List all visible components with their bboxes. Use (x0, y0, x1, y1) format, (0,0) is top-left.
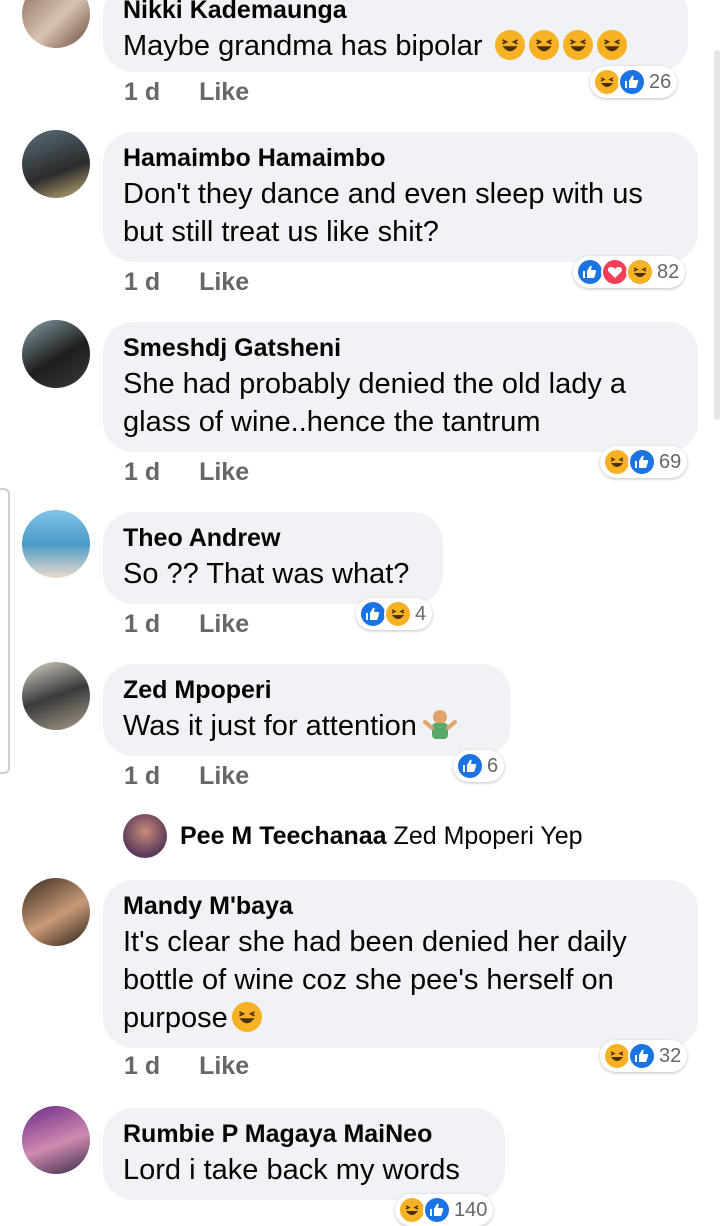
timestamp[interactable]: 1 d (124, 78, 160, 107)
like-button[interactable]: Like (199, 610, 249, 639)
commenter-name[interactable]: Theo Andrew (123, 521, 423, 555)
like-button[interactable]: Like (199, 762, 249, 791)
avatar[interactable] (22, 320, 90, 388)
timestamp[interactable]: 1 d (124, 268, 160, 297)
reply-text: Pee M Teechanaa Zed Mpoperi Yep (180, 822, 583, 851)
like-reaction-icon (628, 448, 656, 476)
comment-bubble: Rumbie P Magaya MaiNeo Lord i take back … (103, 1108, 505, 1200)
joy-emoji-icon (231, 1002, 262, 1032)
reaction-summary[interactable]: 26 (590, 66, 678, 98)
haha-reaction-icon (626, 258, 654, 286)
comment-bubble: Hamaimbo Hamaimbo Don't they dance and e… (103, 132, 698, 262)
reaction-count: 4 (415, 602, 427, 625)
shrug-emoji-icon (422, 710, 457, 739)
haha-reaction-icon (593, 68, 621, 96)
comment-bubble: Zed Mpoperi Was it just for attention (103, 664, 511, 756)
timestamp[interactable]: 1 d (124, 610, 160, 639)
haha-reaction-icon (398, 1196, 426, 1224)
avatar[interactable] (22, 1106, 90, 1174)
reply-avatar[interactable] (123, 814, 167, 858)
avatar[interactable] (22, 130, 90, 198)
like-reaction-icon (423, 1196, 451, 1224)
like-button[interactable]: Like (199, 268, 249, 297)
comment-text-line: She had probably denied the old lady a (123, 368, 627, 400)
commenter-name[interactable]: Hamaimbo Hamaimbo (123, 141, 678, 175)
comment-meta: 1 d Like (124, 458, 249, 487)
comment-text: Was it just for attention (123, 707, 491, 745)
reaction-summary[interactable]: 32 (600, 1040, 688, 1072)
reaction-summary[interactable]: 6 (453, 750, 505, 782)
haha-reaction-icon (603, 1042, 631, 1070)
comment-text: Maybe grandma has bipolar (123, 27, 668, 65)
comment-bubble: Theo Andrew So ?? That was what? (103, 512, 443, 604)
comment-text-content: Was it just for attention (123, 710, 417, 742)
scrollbar[interactable] (714, 50, 720, 420)
comment-text-line: Lord i take back my words (123, 1154, 460, 1186)
commenter-name[interactable]: Mandy M'baya (123, 889, 678, 923)
like-reaction-icon (359, 600, 387, 628)
comment-bubble: Mandy M'baya It's clear she had been den… (103, 880, 698, 1048)
like-reaction-icon (456, 752, 484, 780)
comment-text-line: but still treat us like shit? (123, 216, 439, 248)
reaction-summary[interactable]: 82 (573, 256, 686, 288)
like-button[interactable]: Like (199, 1052, 249, 1081)
like-reaction-icon (618, 68, 646, 96)
reaction-summary[interactable]: 140 (395, 1194, 494, 1226)
reaction-count: 32 (659, 1044, 682, 1067)
reply-content: Zed Mpoperi Yep (393, 822, 583, 850)
like-reaction-icon (576, 258, 604, 286)
like-button[interactable]: Like (199, 78, 249, 107)
comment-bubble: Smeshdj Gatsheni She had probably denied… (103, 322, 698, 452)
comment-bubble: Nikki Kademaunga Maybe grandma has bipol… (103, 0, 688, 72)
comment-meta: 1 d Like (124, 268, 249, 297)
comment-meta: 1 d Like (124, 1052, 249, 1081)
avatar[interactable] (22, 878, 90, 946)
reaction-count: 26 (649, 70, 672, 93)
rofl-emoji-icon (528, 30, 559, 60)
reaction-count: 140 (454, 1198, 488, 1221)
comment-text-content: Maybe grandma has bipolar (123, 30, 483, 62)
haha-reaction-icon (603, 448, 631, 476)
timestamp[interactable]: 1 d (124, 1052, 160, 1081)
comment-meta: 1 d Like (124, 610, 249, 639)
avatar[interactable] (22, 510, 90, 578)
commenter-name[interactable]: Smeshdj Gatsheni (123, 331, 678, 365)
love-reaction-icon (601, 258, 629, 286)
avatar[interactable] (22, 662, 90, 730)
comment-text-line: bottle of wine coz she pee's herself on (123, 964, 614, 996)
replier-name[interactable]: Pee M Teechanaa (180, 822, 387, 850)
reaction-count: 6 (487, 754, 499, 777)
rofl-emoji-icon (596, 30, 627, 60)
comment-text-line: glass of wine..hence the tantrum (123, 406, 541, 438)
comment-text-line: purpose (123, 999, 678, 1037)
rofl-emoji-icon (494, 30, 525, 60)
reaction-count: 82 (657, 260, 680, 283)
comment-meta: 1 d Like (124, 762, 249, 791)
reaction-summary[interactable]: 69 (600, 446, 688, 478)
timestamp[interactable]: 1 d (124, 458, 160, 487)
like-button[interactable]: Like (199, 458, 249, 487)
comment-meta: 1 d Like (124, 78, 249, 107)
rofl-emoji-icon (562, 30, 593, 60)
reaction-summary[interactable]: 4 (356, 598, 433, 630)
commenter-name[interactable]: Nikki Kademaunga (123, 0, 668, 27)
comment-text-line: It's clear she had been denied her daily (123, 926, 627, 958)
timestamp[interactable]: 1 d (124, 762, 160, 791)
comment-text-line: So ?? That was what? (123, 558, 410, 590)
like-reaction-icon (628, 1042, 656, 1070)
haha-reaction-icon (384, 600, 412, 628)
comment-text-line: Don't they dance and even sleep with us (123, 178, 643, 210)
commenter-name[interactable]: Rumbie P Magaya MaiNeo (123, 1117, 485, 1151)
left-edge-tab (0, 488, 10, 774)
comment-text-content: purpose (123, 1002, 228, 1034)
avatar[interactable] (22, 0, 90, 48)
reaction-count: 69 (659, 450, 682, 473)
commenter-name[interactable]: Zed Mpoperi (123, 673, 491, 707)
